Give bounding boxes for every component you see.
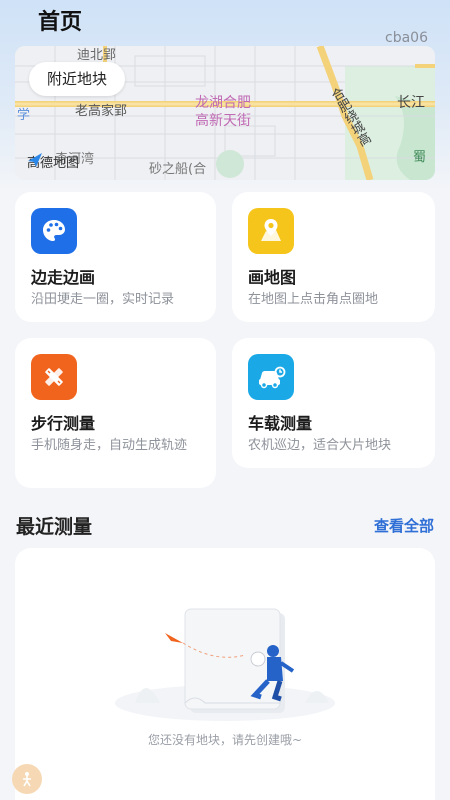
palette-icon <box>31 208 77 254</box>
empty-state-text: 您还没有地块，请先创建哦~ <box>147 733 303 747</box>
card-description: 沿田埂走一圈，实时记录 <box>31 292 175 307</box>
view-all-link[interactable]: 查看全部 <box>374 515 434 536</box>
map-label: 学 <box>17 108 31 123</box>
amap-logo: 高德地图 <box>27 152 79 171</box>
empty-state-illustration <box>115 608 335 721</box>
pencil-ruler-icon <box>31 354 77 400</box>
page-title: 首页 <box>38 10 83 35</box>
card-vehicle-measure[interactable]: 车载测量 农机巡边，适合大片地块 <box>232 338 435 468</box>
card-title: 画地图 <box>248 268 297 287</box>
floating-action-button[interactable] <box>12 764 42 794</box>
map-label: 蜀 <box>413 150 427 165</box>
card-description: 在地图上点击角点圈地 <box>248 292 379 307</box>
user-tag: cba06 <box>385 30 428 46</box>
amap-arrow-icon <box>28 153 42 167</box>
card-title: 步行测量 <box>31 414 96 433</box>
walker-icon <box>23 772 31 787</box>
card-description: 手机随身走，自动生成轨迹 <box>31 438 188 453</box>
map-label: 龙湖合肥 <box>195 95 251 111</box>
recent-measurements-panel: 您还没有地块，请先创建哦~ <box>15 548 435 800</box>
car-icon <box>248 354 294 400</box>
card-description: 农机巡边，适合大片地块 <box>248 438 392 453</box>
map-label: 高新天街 <box>195 113 251 129</box>
card-title: 车载测量 <box>248 414 313 433</box>
recent-section-title: 最近测量 <box>16 516 93 538</box>
map-label: 老高家郢 <box>75 104 128 119</box>
map-label: 砂之船(合 <box>149 162 207 177</box>
map-label: 迪北郢 <box>77 48 117 63</box>
card-walk-measure[interactable]: 步行测量 手机随身走，自动生成轨迹 <box>15 338 216 488</box>
map-pin-icon <box>248 208 294 254</box>
map-preview[interactable]: 附近地块 迪北郢 学 老高家郢 龙湖合肥 高新天街 合肥绕城高 长江 蜀 砂之船… <box>15 46 435 180</box>
card-title: 边走边画 <box>31 268 96 287</box>
card-draw-map[interactable]: 画地图 在地图上点击角点圈地 <box>232 192 435 322</box>
map-label: 长江 <box>397 95 425 111</box>
card-walk-draw[interactable]: 边走边画 沿田埂走一圈，实时记录 <box>15 192 216 322</box>
nearby-plots-button[interactable]: 附近地块 <box>29 62 126 96</box>
